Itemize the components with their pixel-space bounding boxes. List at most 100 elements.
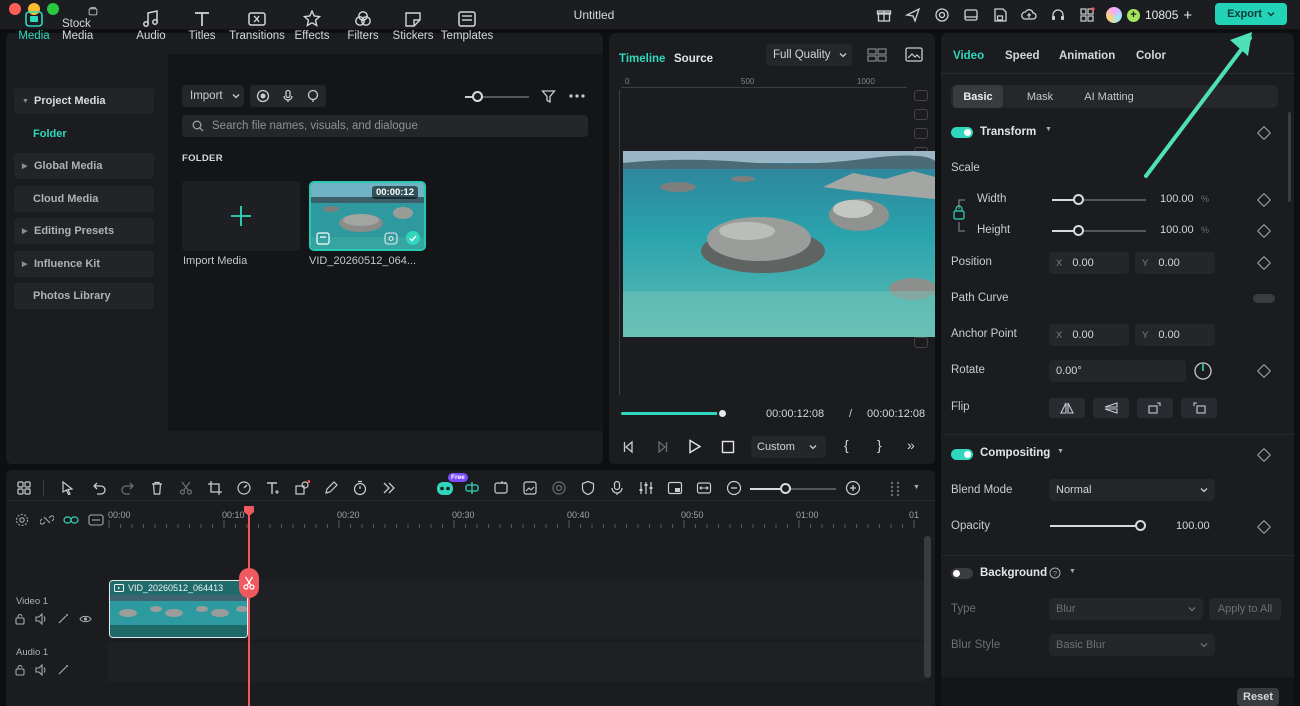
- width-slider-knob[interactable]: [1073, 194, 1084, 205]
- gift-icon[interactable]: [876, 7, 892, 23]
- sidebar-item-folder[interactable]: Folder: [14, 121, 154, 147]
- redo-icon[interactable]: [120, 480, 136, 496]
- thumb-size-slider-knob[interactable]: [472, 91, 483, 102]
- pen-icon[interactable]: [323, 480, 339, 496]
- sidebar-item-editing-presets[interactable]: ▶ Editing Presets: [14, 218, 154, 244]
- cloud-upload-icon[interactable]: [1021, 7, 1037, 23]
- send-icon[interactable]: [905, 7, 921, 23]
- record-screen-icon[interactable]: [256, 89, 270, 103]
- lock-icon[interactable]: [14, 664, 26, 676]
- blur-style-dropdown[interactable]: Basic Blur: [1049, 634, 1215, 656]
- tab-titles[interactable]: Titles: [186, 6, 218, 42]
- mark-in-icon[interactable]: {: [844, 437, 849, 453]
- tab-effects[interactable]: Effects: [294, 6, 330, 42]
- playhead-line[interactable]: [248, 506, 250, 706]
- speaker-icon[interactable]: [35, 664, 48, 676]
- add-track-icon[interactable]: [88, 513, 104, 527]
- background-toggle[interactable]: [951, 568, 973, 579]
- blend-mode-dropdown[interactable]: Normal: [1049, 479, 1215, 501]
- caret-down-icon[interactable]: ▼: [913, 484, 920, 491]
- position-y-input[interactable]: Y 0.00: [1135, 252, 1215, 274]
- auto-edit-icon[interactable]: [493, 480, 509, 496]
- tab-stock-media[interactable]: Stock Media: [62, 6, 124, 42]
- flip-horizontal-button[interactable]: [1049, 398, 1085, 418]
- help-icon[interactable]: ?: [1049, 567, 1061, 579]
- layout-grid-icon[interactable]: [16, 480, 32, 496]
- playback-quality-dropdown[interactable]: Full Quality: [766, 44, 852, 66]
- opacity-value[interactable]: 100.00: [1176, 520, 1210, 532]
- reset-button[interactable]: Reset: [1237, 688, 1279, 706]
- background-type-dropdown[interactable]: Blur: [1049, 598, 1203, 620]
- tab-audio[interactable]: Audio: [135, 6, 167, 42]
- lock-icon[interactable]: [14, 613, 26, 625]
- opacity-slider[interactable]: [1050, 525, 1142, 527]
- unlink-icon[interactable]: [40, 513, 54, 527]
- snap-magnet-icon[interactable]: [464, 480, 480, 496]
- stop-icon[interactable]: [721, 440, 735, 454]
- rotate-dial-icon[interactable]: [1193, 361, 1213, 381]
- preview-scrub-knob[interactable]: [717, 408, 728, 419]
- sidebar-item-influence-kit[interactable]: ▶ Influence Kit: [14, 251, 154, 277]
- headset-icon[interactable]: [1050, 7, 1066, 23]
- import-media-tile[interactable]: [182, 181, 300, 251]
- add-credits-icon[interactable]: +: [1183, 7, 1192, 24]
- sidebar-item-project-media[interactable]: ▼ Project Media: [14, 88, 154, 114]
- previous-frame-icon[interactable]: [622, 440, 636, 454]
- shapes-icon[interactable]: [294, 480, 310, 496]
- credits-area[interactable]: + 10805 +: [1106, 5, 1192, 25]
- export-button[interactable]: Export: [1215, 3, 1287, 25]
- avatar[interactable]: [1106, 7, 1122, 23]
- drag-handle-icon[interactable]: [889, 480, 901, 498]
- zoom-in-icon[interactable]: [845, 480, 861, 496]
- tab-filters[interactable]: Filters: [346, 6, 380, 42]
- video-preview-frame[interactable]: [623, 151, 935, 337]
- play-icon[interactable]: [688, 439, 702, 454]
- layout-icon[interactable]: [963, 7, 979, 23]
- anchor-y-input[interactable]: Y 0.00: [1135, 324, 1215, 346]
- apply-to-all-button[interactable]: Apply to All: [1209, 598, 1281, 620]
- rotate-left-button[interactable]: [1181, 398, 1217, 418]
- more-controls-icon[interactable]: »: [907, 437, 915, 453]
- tab-video[interactable]: Video: [953, 50, 984, 62]
- caret-down-icon[interactable]: ▼: [1045, 126, 1052, 133]
- motion-track-icon[interactable]: [551, 480, 567, 496]
- crop-icon[interactable]: [207, 480, 223, 496]
- magic-wand-icon[interactable]: [57, 613, 70, 625]
- speed-icon[interactable]: [236, 480, 252, 496]
- save-icon[interactable]: [992, 7, 1008, 23]
- subtab-basic[interactable]: Basic: [953, 85, 1003, 108]
- tab-source-preview[interactable]: Source: [674, 53, 713, 65]
- visibility-eye-icon[interactable]: [79, 614, 92, 624]
- compositing-toggle[interactable]: [951, 449, 973, 460]
- more-options-icon[interactable]: [569, 94, 585, 98]
- fit-timeline-icon[interactable]: [696, 480, 712, 496]
- voiceover-icon[interactable]: [306, 89, 320, 103]
- sidebar-item-global-media[interactable]: ▶ Global Media: [14, 153, 154, 179]
- tab-templates[interactable]: Templates: [441, 6, 493, 42]
- sidebar-item-cloud-media[interactable]: Cloud Media: [14, 186, 154, 212]
- tab-transitions[interactable]: Transitions: [229, 6, 285, 42]
- zoom-out-icon[interactable]: [726, 480, 742, 496]
- anchor-x-input[interactable]: X 0.00: [1049, 324, 1129, 346]
- audio-mixer-icon[interactable]: [638, 480, 654, 496]
- caret-down-icon[interactable]: ▼: [1069, 568, 1076, 575]
- timer-icon[interactable]: [352, 480, 368, 496]
- ai-image-icon[interactable]: [522, 480, 538, 496]
- properties-scrollbar[interactable]: [1288, 112, 1291, 202]
- filter-funnel-icon[interactable]: [541, 89, 556, 104]
- shield-mask-icon[interactable]: [580, 480, 596, 496]
- tab-timeline-preview[interactable]: Timeline: [619, 53, 665, 65]
- height-slider-knob[interactable]: [1073, 225, 1084, 236]
- link-icon[interactable]: [63, 513, 79, 527]
- rotate-input[interactable]: 0.00°: [1049, 360, 1186, 382]
- opacity-slider-knob[interactable]: [1135, 520, 1146, 531]
- track-settings-icon[interactable]: [15, 513, 29, 527]
- height-value[interactable]: 100.00: [1160, 224, 1194, 236]
- rotate-right-button[interactable]: [1137, 398, 1173, 418]
- tab-animation[interactable]: Animation: [1059, 50, 1115, 62]
- split-scissors-button[interactable]: [239, 568, 259, 598]
- position-x-input[interactable]: X 0.00: [1049, 252, 1129, 274]
- tab-stickers[interactable]: Stickers: [392, 6, 434, 42]
- import-dropdown[interactable]: Import: [182, 85, 244, 107]
- mark-out-icon[interactable]: }: [877, 437, 882, 453]
